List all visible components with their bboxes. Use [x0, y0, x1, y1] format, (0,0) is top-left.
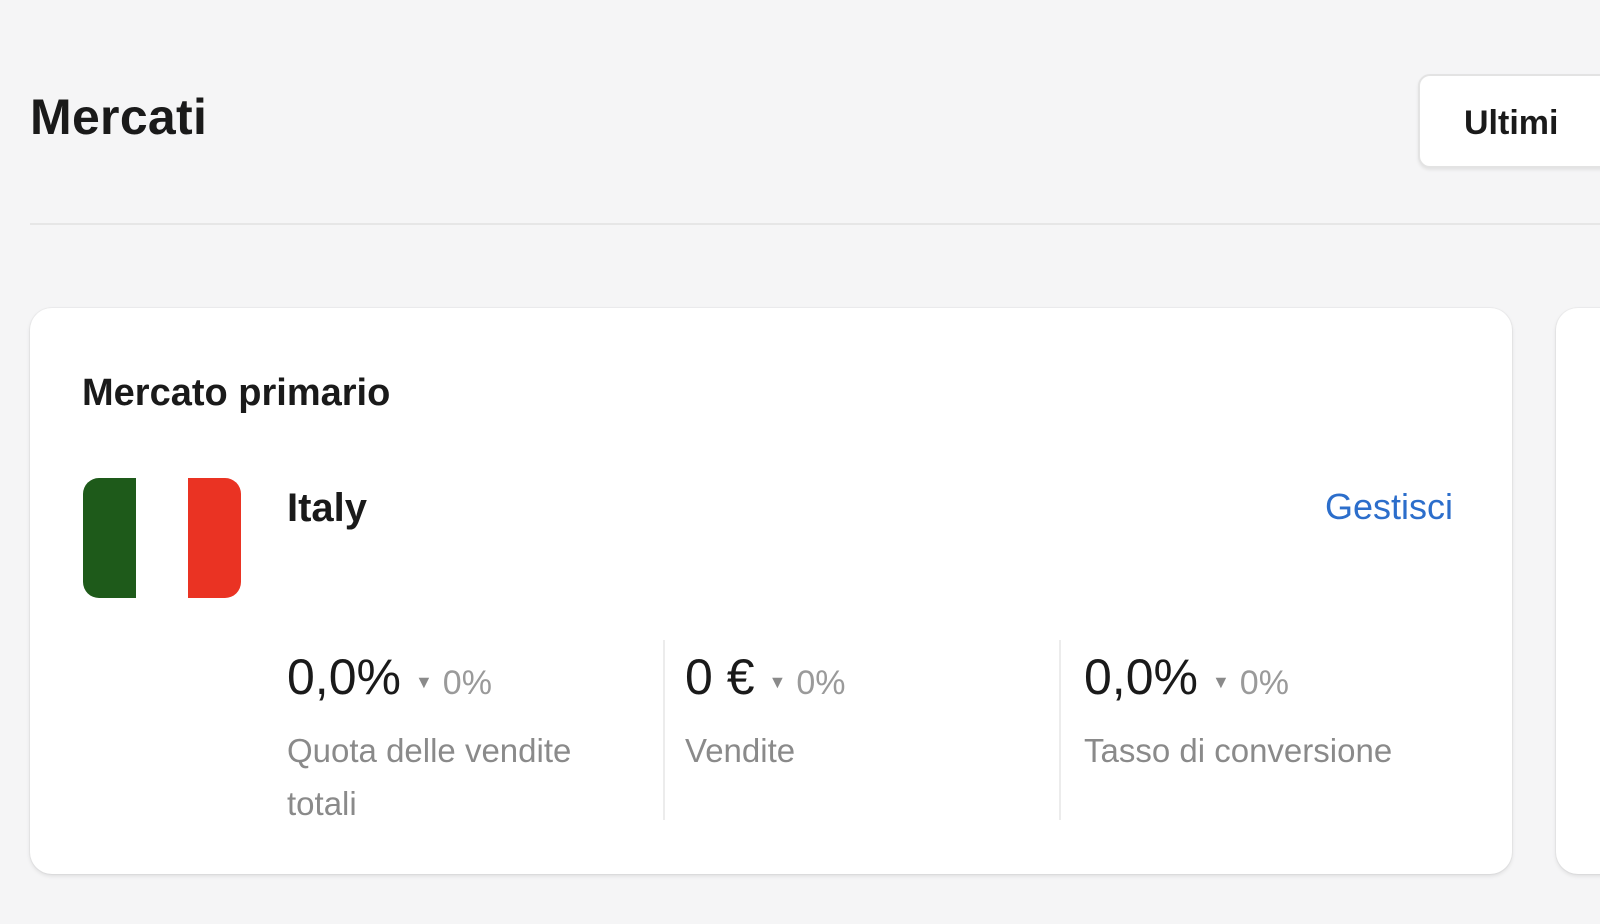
- caret-down-icon: ▼: [768, 672, 787, 692]
- date-range-button[interactable]: Ultimi: [1418, 74, 1600, 168]
- metric-sales-share: 0,0% ▼ 0% Quota delle vendite totali: [287, 648, 617, 830]
- metric-sales: 0 € ▼ 0% Vendite: [685, 648, 1015, 777]
- metric-value: 0 €: [685, 649, 755, 705]
- manage-link[interactable]: Gestisci: [1325, 486, 1453, 528]
- metric-label: Quota delle vendite totali: [287, 732, 572, 822]
- caret-down-icon: ▼: [1211, 672, 1230, 692]
- metric-conversion-rate: 0,0% ▼ 0% Tasso di conversione: [1084, 648, 1484, 777]
- flag-band-white: [135, 478, 189, 598]
- metric-label: Tasso di conversione: [1084, 732, 1393, 769]
- page-header: Mercati Ultimi: [0, 0, 1600, 228]
- metric-change: 0%: [1239, 664, 1289, 702]
- caret-down-icon: ▼: [414, 672, 433, 692]
- metric-change: 0%: [796, 664, 846, 702]
- metric-separator: [663, 640, 665, 820]
- metric-value-row: 0 € ▼ 0%: [685, 648, 1015, 706]
- next-card: [1556, 308, 1600, 874]
- metric-change: 0%: [442, 664, 492, 702]
- flag-band-green: [83, 478, 136, 598]
- metric-value-row: 0,0% ▼ 0%: [1084, 648, 1484, 706]
- market-name: Italy: [287, 486, 368, 530]
- italy-flag-icon: [83, 478, 241, 598]
- metric-value: 0,0%: [1084, 649, 1198, 705]
- metric-label: Vendite: [685, 732, 796, 769]
- card-title: Mercato primario: [82, 372, 391, 414]
- page-title: Mercati: [30, 89, 208, 145]
- flag-band-red: [188, 478, 241, 598]
- metric-separator: [1059, 640, 1061, 820]
- date-range-button-label: Ultimi: [1464, 104, 1559, 142]
- metric-value: 0,0%: [287, 649, 401, 705]
- primary-market-card: Mercato primario Italy Gestisci 0,0% ▼ 0…: [30, 308, 1512, 874]
- metric-value-row: 0,0% ▼ 0%: [287, 648, 617, 706]
- header-divider: [30, 223, 1600, 225]
